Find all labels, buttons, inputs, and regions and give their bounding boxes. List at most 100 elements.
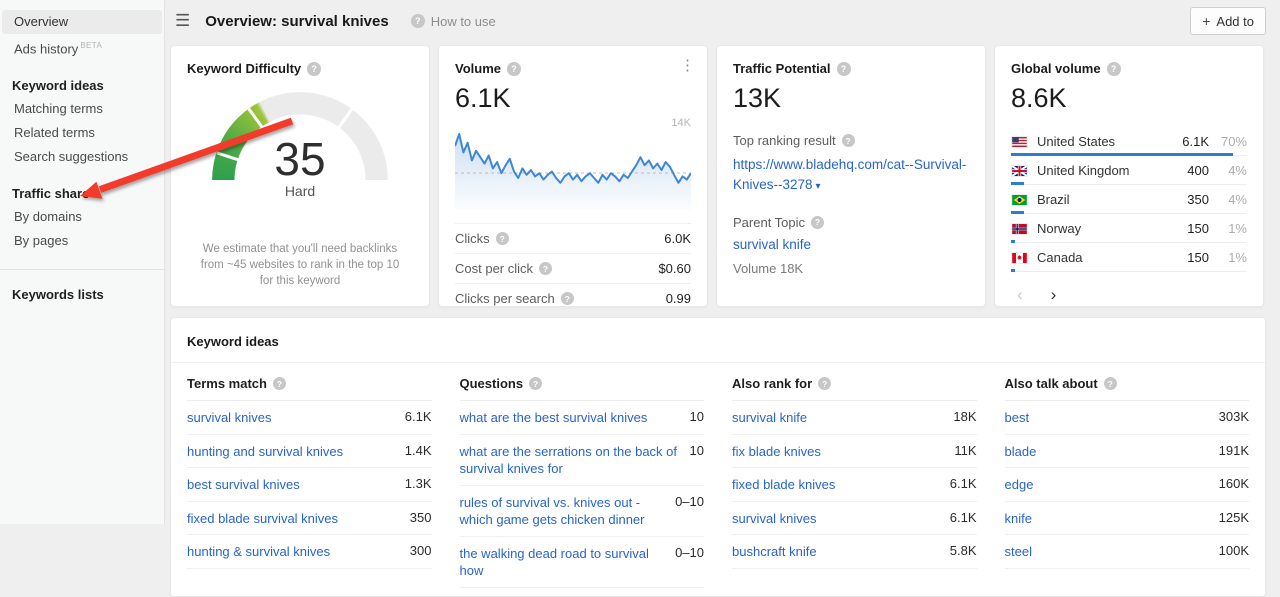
sidebar-header-keywords-lists: Keywords lists — [0, 282, 164, 306]
metric-row: Clicks per search? 0.99 — [455, 283, 691, 313]
country-pagination: ‹ › — [1011, 285, 1247, 305]
help-icon[interactable]: ? — [818, 377, 831, 390]
plus-icon: + — [1202, 13, 1210, 29]
how-to-use-link[interactable]: ? How to use — [405, 14, 496, 29]
keyword-volume: 0–10 — [675, 494, 704, 509]
keyword-link[interactable]: knife — [1005, 510, 1207, 528]
keyword-volume: 0–10 — [675, 545, 704, 560]
country-list: United States 6.1K 70% United Kingdom 40… — [1011, 127, 1247, 272]
help-icon[interactable]: ? — [837, 62, 851, 76]
keyword-row: fixed blade knives6.1K — [732, 468, 977, 502]
keyword-volume: 160K — [1219, 476, 1249, 491]
help-icon[interactable]: ? — [561, 292, 574, 305]
keyword-link[interactable]: fixed blade survival knives — [187, 510, 398, 528]
country-row: Canada 150 1% — [1011, 243, 1247, 265]
card-title: Traffic Potential ? — [733, 61, 969, 76]
keyword-link[interactable]: best — [1005, 409, 1207, 427]
flag-norway-icon — [1011, 223, 1028, 235]
keyword-row: survival knives 6.1K — [187, 401, 432, 435]
beta-badge: BETA — [80, 41, 102, 50]
help-icon[interactable]: ? — [529, 377, 542, 390]
keyword-link[interactable]: fix blade knives — [732, 443, 942, 461]
help-icon[interactable]: ? — [1107, 62, 1121, 76]
sidebar-item-matching-terms[interactable]: Matching terms — [2, 97, 162, 121]
global-volume-card: Global volume ? 8.6K United States 6.1K … — [994, 45, 1264, 307]
keyword-row: best survival knives 1.3K — [187, 468, 432, 502]
keyword-link[interactable]: what are the serrations on the back of s… — [460, 443, 678, 478]
country-share-bar — [1011, 269, 1247, 272]
help-icon[interactable]: ? — [496, 232, 509, 245]
keyword-volume: 303K — [1219, 409, 1249, 424]
keyword-link[interactable]: the walking dead road to survival how — [460, 545, 664, 580]
keyword-link[interactable]: what are the best survival knives — [460, 409, 678, 427]
keyword-row: survival knives 6.1K — [732, 502, 977, 536]
add-to-button[interactable]: + Add to — [1190, 7, 1266, 35]
volume-card: ⋮ Volume ? 6.1K 14K — [438, 45, 708, 307]
next-page-icon[interactable]: › — [1051, 285, 1057, 305]
traffic-potential-card: Traffic Potential ? 13K Top ranking resu… — [716, 45, 986, 307]
top-ranking-url-link[interactable]: https://www.bladehq.com/cat--Survival-Kn… — [733, 155, 969, 196]
keyword-row: knife 125K — [1005, 502, 1250, 536]
keyword-link[interactable]: best survival knives — [187, 476, 393, 494]
metric-cards-row: Keyword Difficulty ? 35 Hard We estimate… — [170, 45, 1266, 307]
column-header: Questions? — [460, 363, 705, 401]
sidebar-item-by-pages[interactable]: By pages — [2, 229, 162, 253]
flag-brazil-icon — [1011, 194, 1028, 206]
flag-united-kingdom-icon — [1011, 165, 1028, 177]
keyword-link[interactable]: rules of survival vs. knives out - which… — [460, 494, 664, 529]
help-icon[interactable]: ? — [307, 62, 321, 76]
main-content: ☰ Overview: survival knives ? How to use… — [165, 0, 1280, 524]
traffic-potential-value: 13K — [733, 83, 969, 114]
keyword-volume: 6.1K — [405, 409, 432, 424]
keyword-link[interactable]: hunting and survival knives — [187, 443, 393, 461]
sidebar-item-overview[interactable]: Overview — [2, 10, 162, 34]
parent-topic-label: Parent Topic ? — [733, 215, 969, 230]
keyword-ideas-card: Keyword ideas Terms match? survival kniv… — [170, 317, 1266, 597]
keyword-link[interactable]: fixed blade knives — [732, 476, 938, 494]
keyword-link[interactable]: survival knife — [732, 409, 941, 427]
help-icon[interactable]: ? — [273, 377, 286, 390]
keyword-link[interactable]: survival knives — [732, 510, 938, 528]
column-header: Also talk about? — [1005, 363, 1250, 401]
keyword-volume: 18K — [953, 409, 976, 424]
parent-topic-volume: Volume 18K — [733, 261, 969, 276]
help-icon[interactable]: ? — [507, 62, 521, 76]
sidebar-item-ads-history[interactable]: Ads historyBETA — [2, 34, 162, 61]
topbar: ☰ Overview: survival knives ? How to use… — [165, 0, 1280, 42]
keyword-volume: 6.1K — [950, 510, 977, 525]
caret-down-icon: ▾ — [816, 181, 821, 192]
page-title: Overview: survival knives — [205, 13, 388, 30]
sidebar-item-by-domains[interactable]: By domains — [2, 205, 162, 229]
metric-row: Cost per click? $0.60 — [455, 253, 691, 283]
parent-topic-link[interactable]: survival knife — [733, 237, 969, 252]
also-rank-for-column: Also rank for? survival knife18Kfix blad… — [732, 363, 977, 588]
keyword-row: hunting & survival knives300 — [187, 535, 432, 569]
keyword-link[interactable]: bushcraft knife — [732, 543, 938, 561]
hamburger-menu-icon[interactable]: ☰ — [175, 11, 190, 31]
terms-match-column: Terms match? survival knives6.1Khunting … — [187, 363, 432, 588]
keyword-link[interactable]: blade — [1005, 443, 1207, 461]
keyword-volume: 5.8K — [950, 543, 977, 558]
keyword-row: hunting and survival knives1.4K — [187, 435, 432, 469]
sidebar-item-search-suggestions[interactable]: Search suggestions — [2, 145, 162, 169]
keyword-link[interactable]: edge — [1005, 476, 1207, 494]
prev-page-icon[interactable]: ‹ — [1017, 285, 1023, 305]
sparkline-svg — [455, 130, 691, 210]
sidebar-item-related-terms[interactable]: Related terms — [2, 121, 162, 145]
help-icon[interactable]: ? — [539, 262, 552, 275]
help-icon[interactable]: ? — [842, 134, 855, 147]
keyword-volume: 11K — [954, 443, 976, 458]
sidebar-divider — [0, 269, 164, 270]
kebab-menu-icon[interactable]: ⋮ — [680, 58, 695, 73]
keyword-link[interactable]: hunting & survival knives — [187, 543, 398, 561]
keyword-volume: 1.3K — [405, 476, 432, 491]
help-icon[interactable]: ? — [811, 216, 824, 229]
keyword-link[interactable]: survival knives — [187, 409, 393, 427]
keyword-volume: 125K — [1219, 510, 1249, 525]
country-share-bar — [1011, 153, 1247, 156]
keyword-link[interactable]: steel — [1005, 543, 1207, 561]
help-icon[interactable]: ? — [1104, 377, 1117, 390]
keyword-row: edge 160K — [1005, 468, 1250, 502]
keyword-row: bushcraft knife 5.8K — [732, 535, 977, 569]
keyword-ideas-title: Keyword ideas — [171, 318, 1265, 363]
